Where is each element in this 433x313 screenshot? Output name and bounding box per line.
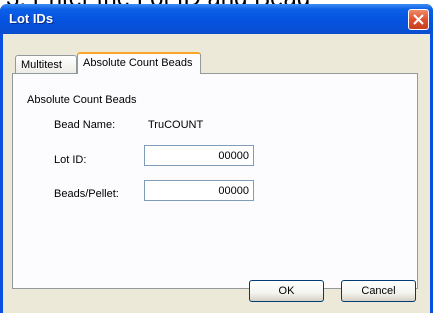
- lot-ids-dialog: Lot IDs Multitest Absolute Count Beads A…: [0, 4, 433, 313]
- ok-button[interactable]: OK: [249, 280, 324, 302]
- tab-multitest[interactable]: Multitest: [15, 55, 77, 74]
- bead-name-value: TruCOUNT: [148, 119, 204, 131]
- dialog-body: Multitest Absolute Count Beads Absolute …: [3, 34, 430, 313]
- close-button[interactable]: [408, 9, 429, 30]
- bead-name-label: Bead Name:: [54, 119, 116, 131]
- dialog-title: Lot IDs: [9, 11, 54, 26]
- screenshot: 3. Enter the Lot ID and Bead Lot IDs Mul…: [0, 0, 433, 313]
- cancel-button[interactable]: Cancel: [341, 280, 416, 302]
- lot-id-label: Lot ID:: [54, 154, 87, 166]
- beads-pellet-label: Beads/Pellet:: [54, 188, 119, 200]
- close-x-icon: [413, 14, 424, 25]
- title-bar[interactable]: Lot IDs: [0, 4, 433, 34]
- lot-id-field[interactable]: [144, 145, 254, 166]
- group-title: Absolute Count Beads: [27, 94, 137, 106]
- beads-pellet-field[interactable]: [144, 180, 254, 201]
- tab-absolute-count-beads[interactable]: Absolute Count Beads: [77, 52, 201, 74]
